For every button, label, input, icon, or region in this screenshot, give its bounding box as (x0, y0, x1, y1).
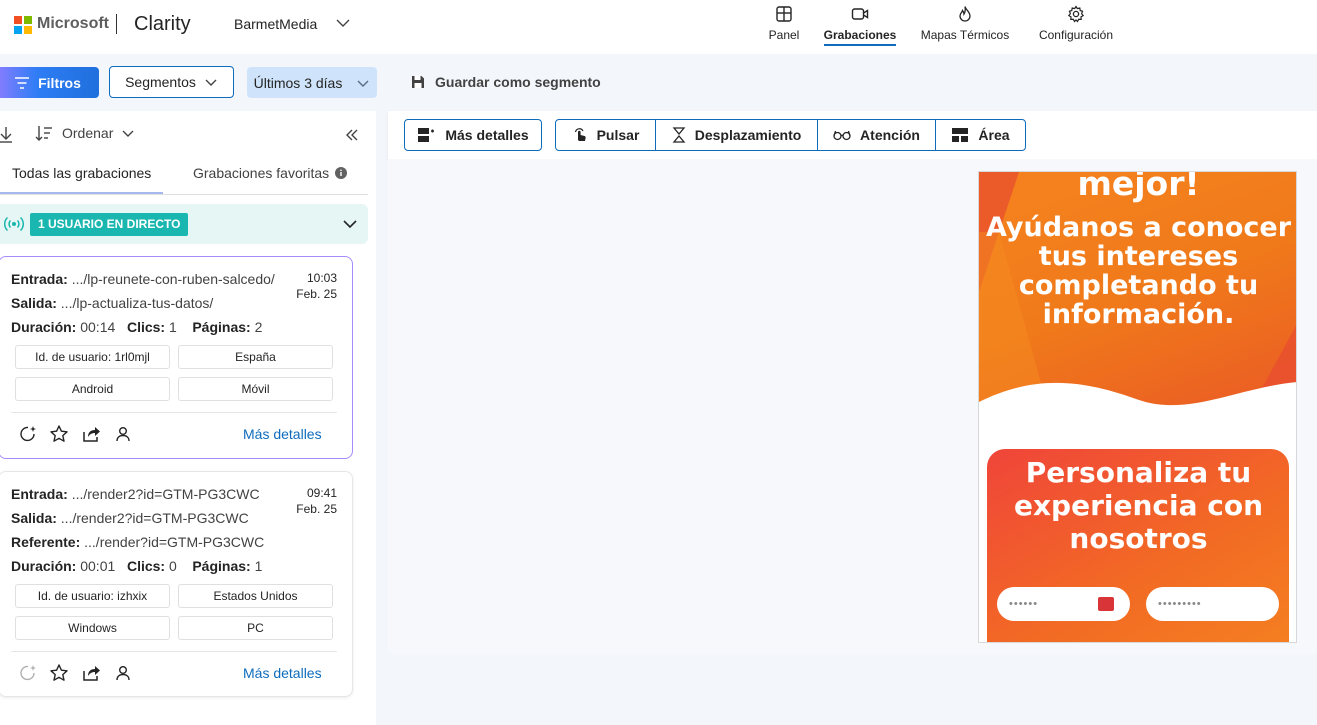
star-icon[interactable] (49, 663, 69, 683)
user-icon[interactable] (113, 663, 133, 683)
sort-dropdown[interactable]: Ordenar (35, 125, 135, 141)
flame-icon (959, 6, 971, 22)
chevron-down-icon (122, 130, 134, 137)
tab-all-recordings[interactable]: Todas las grabaciones (12, 165, 151, 181)
collapse-panel-icon[interactable] (344, 127, 360, 143)
user-icon[interactable] (113, 424, 133, 444)
segments-label: Segmentos (125, 74, 196, 90)
nav-configuracion-label: Configuración (1038, 28, 1114, 42)
chevron-down-icon (205, 79, 217, 86)
os-chip[interactable]: Android (15, 377, 170, 401)
mode-area[interactable]: Área (936, 120, 1025, 150)
country-chip[interactable]: España (178, 345, 333, 369)
save-segment-label: Guardar como segmento (435, 74, 601, 90)
wave-divider (979, 382, 1296, 432)
nav-panel[interactable]: Panel (765, 5, 803, 49)
page-preview[interactable]: mejor! Ayúdanos a conocer tus intereses … (978, 171, 1297, 643)
nav-grabaciones-label: Grabaciones (823, 28, 897, 46)
mode-pulsar[interactable]: Pulsar (556, 120, 656, 150)
nav-grabaciones[interactable]: Grabaciones (823, 5, 897, 49)
date-range-label: Últimos 3 días (253, 74, 343, 91)
sort-icon (35, 126, 52, 141)
microsoft-logo-icon (14, 16, 32, 34)
info-icon (335, 167, 348, 179)
top-header (0, 0, 1317, 54)
project-selector[interactable]: BarmetMedia (234, 16, 317, 32)
session-stats: Duración: 00:01 Clics: 0 Páginas: 1 (11, 558, 263, 574)
preview-input-1[interactable]: •••••• (997, 587, 1130, 621)
product-name[interactable]: Clarity (134, 13, 191, 36)
filters-label: Filtros (38, 74, 81, 91)
filter-icon (15, 76, 30, 89)
more-details-button[interactable]: Más detalles (404, 119, 542, 151)
tab-favorites-label: Grabaciones favoritas (193, 165, 330, 181)
scroll-icon (672, 127, 686, 143)
header-divider (116, 14, 117, 34)
personalize-heading: Personaliza tu experiencia con nosotros (1013, 456, 1264, 555)
mode-desplazamiento-label: Desplazamiento (694, 127, 802, 143)
session-stats: Duración: 00:14 Clics: 1 Páginas: 2 (11, 319, 263, 335)
glasses-icon (833, 130, 851, 141)
ai-summary-icon[interactable] (18, 663, 38, 683)
segments-dropdown[interactable]: Segmentos (109, 66, 234, 98)
preview-input-2[interactable]: ••••••••• (1146, 587, 1279, 621)
nav-mapas-label: Mapas Térmicos (920, 28, 1010, 42)
save-segment-button[interactable]: Guardar como segmento (410, 74, 601, 90)
hero-line-top: mejor! (1077, 171, 1200, 203)
entry-page: Entrada: .../render2?id=GTM-PG3CWC (11, 486, 260, 502)
chevron-down-icon[interactable] (342, 217, 358, 231)
country-chip[interactable]: Estados Unidos (178, 584, 333, 608)
area-icon (952, 128, 969, 142)
password-manager-icon (1098, 597, 1114, 611)
tab-favorite-recordings[interactable]: Grabaciones favoritas (193, 165, 348, 181)
device-chip[interactable]: Móvil (178, 377, 333, 401)
details-panel-icon (418, 128, 435, 142)
more-details-label: Más detalles (445, 127, 529, 143)
exit-page: Salida: .../render2?id=GTM-PG3CWC (11, 510, 249, 526)
gear-icon (1067, 5, 1085, 23)
share-icon[interactable] (81, 424, 101, 444)
date-range-dropdown[interactable]: Últimos 3 días (247, 67, 377, 98)
tap-icon (574, 128, 586, 141)
recording-time: 09:41 Feb. 25 (296, 486, 337, 516)
exit-page: Salida: .../lp-actualiza-tus-datos/ (11, 295, 214, 311)
download-icon[interactable] (0, 126, 14, 144)
filters-button[interactable]: Filtros (0, 67, 99, 98)
mode-atencion[interactable]: Atención (818, 120, 936, 150)
mode-area-label: Área (978, 127, 1010, 143)
mode-atencion-label: Atención (860, 127, 920, 143)
recording-time: 10:03 Feb. 25 (296, 271, 337, 301)
user-id-chip[interactable]: Id. de usuario: 1rl0mjl (15, 345, 170, 369)
nav-configuracion[interactable]: Configuración (1036, 5, 1116, 49)
ai-summary-icon[interactable] (18, 424, 38, 444)
nav-mapas[interactable]: Mapas Térmicos (920, 5, 1010, 49)
save-icon (412, 76, 424, 88)
os-chip[interactable]: Windows (15, 616, 170, 640)
nav-panel-label: Panel (768, 28, 800, 42)
more-details-link[interactable]: Más detalles (243, 426, 322, 442)
entry-page: Entrada: .../lp-reunete-con-ruben-salced… (11, 271, 275, 287)
more-details-link[interactable]: Más detalles (243, 665, 322, 681)
heatmap-mode-group: Pulsar Desplazamiento Atención Área (555, 119, 1026, 151)
live-users-badge: 1 USUARIO EN DIRECTO (30, 213, 189, 236)
referrer-page: Referente: .../render?id=GTM-PG3CWC (11, 534, 265, 550)
mode-desplazamiento[interactable]: Desplazamiento (656, 120, 818, 150)
sort-label: Ordenar (62, 125, 114, 141)
chevron-down-icon[interactable] (334, 14, 352, 32)
live-broadcast-icon (4, 216, 24, 232)
card-divider (11, 412, 337, 413)
chevron-down-icon (357, 80, 369, 87)
card-divider (11, 651, 337, 652)
device-chip[interactable]: PC (178, 616, 333, 640)
dashboard-icon (776, 6, 792, 22)
share-icon[interactable] (81, 663, 101, 683)
star-icon[interactable] (49, 424, 69, 444)
hero-heading: Ayúdanos a conocer tus intereses complet… (985, 212, 1292, 330)
video-icon (851, 8, 869, 20)
brand-name: Microsoft (37, 15, 109, 32)
tabs-divider (0, 194, 368, 195)
mode-pulsar-label: Pulsar (596, 127, 640, 143)
user-id-chip[interactable]: Id. de usuario: izhxix (15, 584, 170, 608)
